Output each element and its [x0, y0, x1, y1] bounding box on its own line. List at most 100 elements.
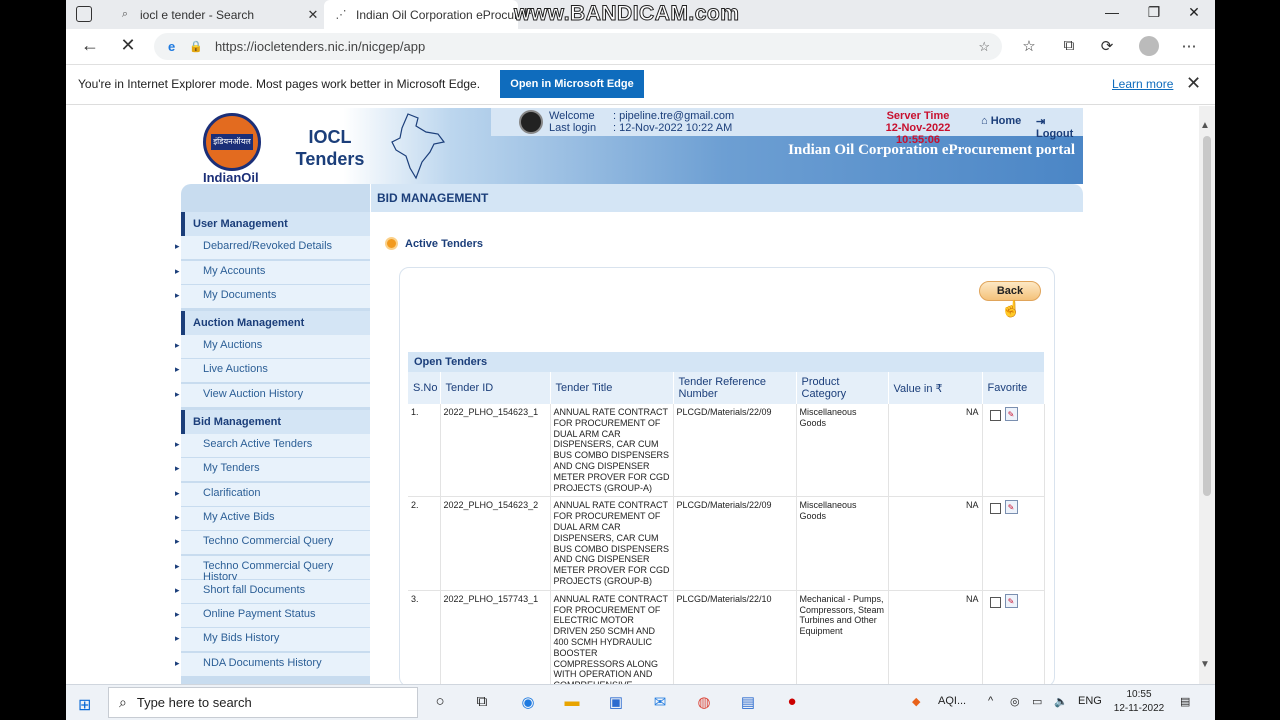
task-view-icon[interactable]: ⧉	[470, 693, 494, 713]
sidebar-item-auction-history[interactable]: View Auction History	[175, 383, 370, 408]
tray-app-icon[interactable]: ◎	[1010, 695, 1020, 708]
add-favorite-icon[interactable]: ☆	[978, 39, 990, 55]
sidebar-item-techno-commercial-query[interactable]: Techno Commercial Query	[175, 531, 370, 556]
store-icon[interactable]: ▣	[604, 693, 628, 713]
logout-icon: ⇥	[1036, 116, 1046, 128]
table-row: 3. 2022_PLHO_157743_1 ANNUAL RATE CONTRA…	[408, 590, 1045, 684]
ie-mode-toggle-icon[interactable]: ⟳	[1096, 37, 1118, 55]
user-info-bar: Welcome Last login : pipeline.tre@gmail.…	[491, 108, 1083, 146]
hand-cursor-icon: ☝	[1001, 301, 1021, 318]
sidebar-item-nda-documents-history[interactable]: NDA Documents History	[175, 652, 370, 677]
col-favorite: Favorite	[982, 372, 1045, 404]
edge-icon[interactable]: ◉	[516, 693, 540, 713]
user-icon	[519, 110, 543, 134]
maximize-icon[interactable]: ❐	[1134, 4, 1174, 21]
tab-strip: ⌕ iocl e tender - Search ✕ ⋰ Indian Oil …	[66, 0, 1215, 29]
home-link[interactable]: ⌂ Home	[981, 115, 1021, 127]
close-ie-bar-icon[interactable]: ✕	[1186, 73, 1201, 94]
col-value[interactable]: Value in ₹	[888, 372, 983, 404]
profile-avatar[interactable]	[1139, 36, 1159, 56]
favorites-icon[interactable]: ☆	[1018, 37, 1040, 55]
sidebar-item-debarred[interactable]: Debarred/Revoked Details	[175, 236, 370, 261]
taskbar-search[interactable]: ⌕ Type here to search	[108, 687, 418, 718]
more-menu-icon[interactable]: ⋯	[1178, 37, 1200, 55]
cortana-icon[interactable]: ○	[428, 693, 452, 713]
sidebar-item-clarification[interactable]: Clarification	[175, 482, 370, 507]
scroll-down-icon[interactable]: ▼	[1200, 659, 1210, 670]
col-tender-title[interactable]: Tender Title	[550, 372, 674, 404]
control-panel-icon[interactable]: ▤	[736, 693, 760, 713]
windows-taskbar: ⊞ ⌕ Type here to search ○ ⧉ ◉ ▬ ▣ ✉ ◍ ▤ …	[66, 684, 1215, 720]
logout-link[interactable]: ⇥ Logout	[1036, 115, 1083, 140]
col-reference[interactable]: Tender Reference Number	[673, 372, 797, 404]
table-row: 2. 2022_PLHO_154623_2 ANNUAL RATE CONTRA…	[408, 496, 1045, 591]
tender-id-link[interactable]: 2022_PLHO_154623_2	[440, 496, 551, 591]
sidebar-item-short-fall-documents[interactable]: Short fall Documents	[175, 579, 370, 604]
lock-icon[interactable]: 🔒	[189, 40, 203, 53]
search-icon: ⌕	[121, 8, 129, 20]
recording-watermark: www.BANDICAM.com	[513, 2, 740, 26]
ie-mode-icon[interactable]: e	[168, 39, 175, 54]
col-sno[interactable]: S.No	[408, 372, 441, 404]
network-icon[interactable]: ▭	[1032, 695, 1042, 708]
stop-loading-icon[interactable]: ✕	[116, 35, 140, 56]
clock[interactable]: 10:55 12-11-2022	[1104, 688, 1174, 716]
sidebar-item-my-documents[interactable]: My Documents	[175, 284, 370, 309]
tab-actions-icon[interactable]	[76, 6, 92, 22]
favorite-checkbox[interactable]	[989, 503, 1001, 515]
browser-window: ⌕ iocl e tender - Search ✕ ⋰ Indian Oil …	[66, 0, 1215, 720]
sidebar-item-tcq-history[interactable]: Techno Commercial Query History	[175, 555, 370, 582]
tab-iocl[interactable]: ⋰ Indian Oil Corporation eProcurem	[324, 0, 518, 29]
language-indicator[interactable]: ENG	[1078, 695, 1102, 707]
favorite-checkbox[interactable]	[989, 410, 1001, 421]
server-time: Server Time 12-Nov-2022 10:55:06	[885, 110, 951, 146]
favorite-checkbox[interactable]	[989, 596, 1001, 608]
chrome-icon[interactable]: ◍	[692, 693, 716, 713]
sidebar-item-my-bids-history[interactable]: My Bids History	[175, 628, 370, 653]
sidebar-item-my-active-bids[interactable]: My Active Bids	[175, 506, 370, 531]
main-content: BID MANAGEMENT Active Tenders Back ☝ Ope…	[371, 184, 1083, 684]
sidebar-item-live-auctions[interactable]: Live Auctions	[175, 359, 370, 384]
notifications-icon[interactable]: ▤	[1180, 695, 1190, 708]
page-scrollbar[interactable]: ▲ ▼	[1199, 106, 1215, 684]
sidebar-item-search-active-tenders[interactable]: Search Active Tenders	[175, 434, 370, 459]
learn-more-link[interactable]: Learn more	[1112, 77, 1173, 91]
tender-id-link[interactable]: 2022_PLHO_157743_1	[440, 590, 551, 684]
sidebar-item-my-tenders[interactable]: My Tenders	[175, 458, 370, 483]
minimize-icon[interactable]: —	[1092, 4, 1132, 20]
volume-icon[interactable]: 🔈	[1054, 695, 1068, 708]
collections-icon[interactable]: ⧉	[1058, 37, 1080, 54]
file-explorer-icon[interactable]: ▬	[560, 693, 584, 713]
windows-start-icon[interactable]: ⊞	[78, 695, 91, 715]
col-category[interactable]: Product Category	[796, 372, 889, 404]
sidebar-item-online-payment-status[interactable]: Online Payment Status	[175, 604, 370, 629]
url-field[interactable]: e 🔒 https://iocletenders.nic.in/nicgep/a…	[154, 33, 1002, 60]
close-tab-icon[interactable]: ✕	[304, 7, 322, 23]
bandicam-icon[interactable]: ●	[780, 693, 804, 713]
back-button[interactable]: Back	[979, 281, 1041, 301]
address-bar-row: ← ✕ e 🔒 https://iocletenders.nic.in/nicg…	[66, 29, 1215, 65]
section-title: Active Tenders	[405, 238, 484, 250]
brand-title: IOCL Tenders	[295, 127, 365, 169]
scroll-up-icon[interactable]: ▲	[1200, 120, 1210, 131]
weather-text[interactable]: AQI...	[938, 695, 966, 707]
tender-id-link[interactable]: 2022_PLHO_154623_1	[440, 404, 551, 498]
tab-search[interactable]: ⌕ iocl e tender - Search ✕	[108, 0, 322, 29]
open-tenders-table: Open Tenders S.No Tender ID Tender Title…	[408, 352, 1045, 684]
document-icon[interactable]: ✎	[1004, 500, 1018, 515]
document-icon[interactable]: ✎	[1004, 407, 1018, 421]
home-icon: ⌂	[981, 115, 991, 127]
weather-icon[interactable]: ◆	[912, 695, 920, 708]
sidebar-item-my-accounts[interactable]: My Accounts	[175, 260, 370, 285]
document-icon[interactable]: ✎	[1004, 593, 1018, 608]
col-tender-id[interactable]: Tender ID	[440, 372, 551, 404]
mail-icon[interactable]: ✉	[648, 693, 672, 713]
search-icon: ⌕	[119, 694, 127, 710]
open-in-edge-button[interactable]: Open in Microsoft Edge	[500, 70, 644, 98]
close-window-icon[interactable]: ✕	[1174, 4, 1214, 21]
table-row: 1. 2022_PLHO_154623_1 ANNUAL RATE CONTRA…	[408, 404, 1045, 498]
back-arrow-icon[interactable]: ←	[78, 35, 102, 56]
scroll-thumb[interactable]	[1203, 136, 1211, 496]
show-hidden-icons-icon[interactable]: ^	[988, 695, 993, 707]
sidebar-item-my-auctions[interactable]: My Auctions	[175, 335, 370, 360]
